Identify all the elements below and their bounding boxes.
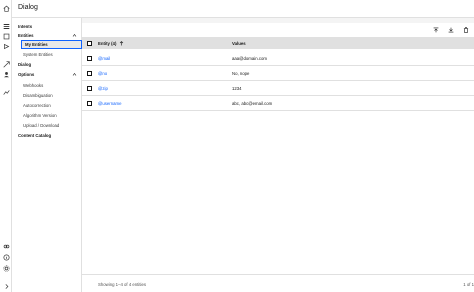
page-indicator: 1 of 1 — [463, 282, 474, 287]
nav-item-label: Dialog — [18, 62, 32, 67]
nav-item-algorithm-version[interactable]: Algorithm Version — [12, 111, 82, 120]
app-rail — [0, 0, 12, 292]
intents-icon[interactable] — [2, 22, 10, 30]
chevron-up-icon — [72, 73, 77, 76]
entity-values: aaa@domain.com — [232, 55, 267, 61]
nav-item-label: Disambiguation — [23, 93, 53, 98]
download-icon[interactable] — [447, 26, 454, 33]
entity-link[interactable]: @zip — [98, 86, 108, 91]
sort-arrow-icon — [120, 40, 124, 45]
row-checkbox[interactable] — [87, 85, 92, 91]
analytics-icon[interactable] — [2, 88, 10, 96]
nav-item-label: Autocorrection — [23, 103, 51, 108]
table-row: @zip 1234 — [82, 81, 474, 96]
nav-item-autocorrection[interactable]: Autocorrection — [12, 101, 82, 110]
users-icon[interactable] — [2, 70, 10, 78]
nav-item-upload-download[interactable]: Upload / Download — [12, 121, 82, 130]
delete-icon[interactable] — [462, 26, 469, 33]
nav-item-entities[interactable]: Entities — [12, 31, 82, 40]
dialog-icon[interactable] — [2, 42, 10, 50]
nav-item-options[interactable]: Options — [12, 70, 82, 79]
nav-item-disambiguation[interactable]: Disambiguation — [12, 91, 82, 100]
nav-item-label: Algorithm Version — [23, 113, 57, 118]
nav-item-label: Upload / Download — [23, 123, 60, 128]
table-row: @no No, nope — [82, 66, 474, 81]
integrations-icon[interactable] — [2, 242, 10, 250]
entity-column-header[interactable]: Entity (4) — [98, 41, 124, 46]
entities-icon[interactable] — [2, 32, 10, 40]
entity-values: No, nope — [232, 70, 250, 76]
nav-item-my-entities[interactable]: My Entities — [21, 40, 82, 49]
nav-item-label: System Entities — [23, 52, 53, 57]
nav-item-content-catalog[interactable]: Content Catalog — [12, 131, 82, 140]
upload-icon[interactable] — [432, 26, 439, 33]
home-icon[interactable] — [2, 4, 10, 12]
table-row: @username abc, abc@email.com — [82, 96, 474, 111]
nav-item-label: Entities — [18, 33, 34, 38]
entity-values: abc, abc@email.com — [232, 100, 273, 106]
table-row: @mail aaa@domain.com — [82, 51, 474, 66]
deploy-icon[interactable] — [2, 60, 10, 68]
chevron-up-icon — [72, 34, 77, 37]
row-checkbox[interactable] — [87, 70, 92, 76]
help-icon[interactable] — [2, 253, 10, 261]
secondary-nav: Intents Entities My Entities System Enti… — [12, 18, 82, 292]
entity-link[interactable]: @mail — [98, 56, 110, 61]
table-toolbar — [82, 23, 474, 36]
nav-item-system-entities[interactable]: System Entities — [12, 50, 82, 59]
nav-item-label: Content Catalog — [18, 133, 52, 138]
expand-chevron-icon[interactable] — [2, 282, 10, 290]
page-title: Dialog — [18, 4, 38, 11]
select-all-checkbox[interactable] — [87, 40, 92, 46]
entities-panel: Entity (4) Values @mail aaa@domain.com @… — [82, 23, 474, 292]
nav-item-label: Options — [18, 72, 35, 77]
entity-link[interactable]: @username — [98, 101, 121, 106]
row-checkbox[interactable] — [87, 55, 92, 61]
nav-item-label: My Entities — [25, 42, 48, 47]
settings-icon[interactable] — [2, 264, 10, 272]
pagination-bar: Showing 1–4 of 4 entities 1 of 1 — [82, 274, 474, 292]
table-header: Entity (4) Values — [82, 37, 474, 49]
nav-item-label: Webhooks — [23, 83, 44, 88]
results-count: Showing 1–4 of 4 entities — [98, 282, 147, 287]
entity-link[interactable]: @no — [98, 71, 107, 76]
nav-item-webhooks[interactable]: Webhooks — [12, 81, 82, 90]
row-checkbox[interactable] — [87, 100, 92, 106]
entity-values: 1234 — [232, 85, 242, 91]
page-header: Dialog — [12, 0, 474, 18]
nav-item-dialog[interactable]: Dialog — [12, 60, 82, 69]
nav-item-intents[interactable]: Intents — [12, 22, 82, 31]
entity-column-label: Entity (4) — [98, 40, 117, 46]
values-column-header: Values — [232, 40, 246, 46]
nav-item-label: Intents — [18, 24, 33, 29]
